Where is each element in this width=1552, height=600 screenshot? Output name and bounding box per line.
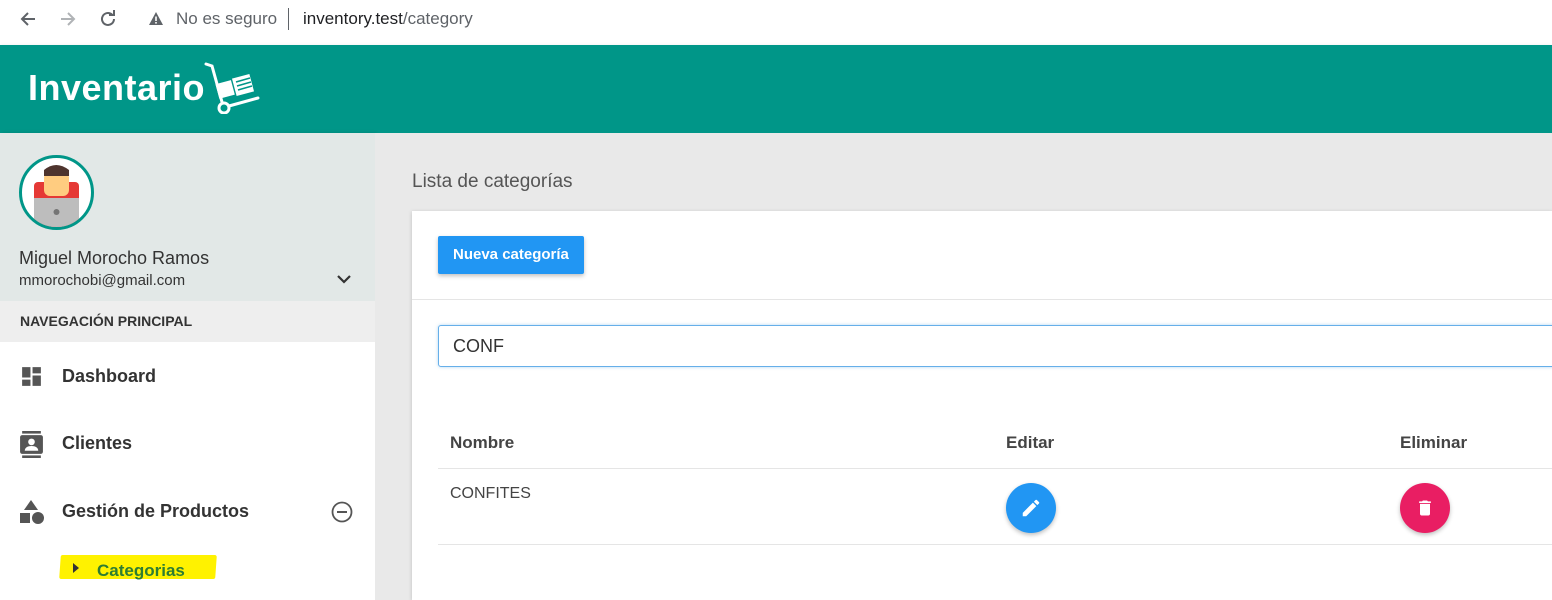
- contacts-icon: [20, 431, 43, 458]
- dashboard-icon: [22, 367, 41, 386]
- nav-section-header: NAVEGACIÓN PRINCIPAL: [0, 301, 375, 342]
- sidebar-item-label: Gestión de Productos: [62, 501, 250, 521]
- sidebar-item-dashboard[interactable]: Dashboard: [0, 346, 375, 406]
- url-separator: [288, 8, 289, 30]
- category-name: CONFITES: [450, 485, 531, 502]
- address-bar[interactable]: inventory.test/category: [303, 9, 473, 29]
- category-card: Nueva categoría Nombre Editar Eliminar C…: [412, 211, 1552, 600]
- new-category-button[interactable]: Nueva categoría: [438, 236, 584, 274]
- table-row: CONFITES: [438, 469, 1552, 545]
- sidebar-item-label: Dashboard: [62, 366, 157, 386]
- url-host: inventory.test: [303, 9, 403, 28]
- reload-icon: [101, 10, 115, 26]
- browser-toolbar: No es seguro inventory.test/category: [0, 0, 1552, 45]
- hand-truck-icon: [204, 62, 260, 114]
- column-header-editar: Editar: [1006, 433, 1055, 452]
- user-name: Miguel Morocho Ramos: [19, 248, 210, 268]
- column-header-nombre: Nombre: [450, 433, 515, 452]
- app-header: Inventario: [0, 45, 1552, 133]
- url-path: /category: [402, 9, 473, 28]
- delete-button[interactable]: [1400, 483, 1450, 533]
- user-avatar-icon: [34, 165, 79, 227]
- trash-icon: [1419, 500, 1431, 516]
- warning-icon: [149, 12, 163, 25]
- edit-button[interactable]: [1006, 483, 1056, 533]
- search-input[interactable]: [438, 325, 1552, 367]
- sidebar-item-label: Clientes: [62, 433, 133, 453]
- collapse-circle-icon[interactable]: [331, 501, 353, 523]
- divider: [412, 299, 1552, 300]
- chevron-down-icon[interactable]: [334, 269, 354, 289]
- caret-right-icon: [73, 563, 79, 573]
- page-title: Lista de categorías: [412, 171, 573, 192]
- logo-text[interactable]: Inventario: [28, 67, 205, 109]
- forward-button[interactable]: [55, 6, 81, 32]
- sidebar: Miguel Morocho Ramos mmorochobi@gmail.co…: [0, 133, 375, 600]
- column-header-eliminar: Eliminar: [1400, 433, 1468, 452]
- user-panel: Miguel Morocho Ramos mmorochobi@gmail.co…: [0, 133, 375, 301]
- user-email: mmorochobi@gmail.com: [19, 272, 186, 289]
- sidebar-item-clientes[interactable]: Clientes: [0, 413, 375, 473]
- shapes-icon: [20, 500, 44, 524]
- arrow-left-icon: [20, 12, 35, 26]
- sidebar-subitem-label: Categorias: [97, 561, 185, 580]
- sidebar-item-gestion-productos[interactable]: Gestión de Productos: [0, 481, 375, 541]
- avatar[interactable]: [19, 155, 94, 230]
- main-content: Lista de categorías Nueva categoría Nomb…: [375, 133, 1552, 600]
- nav-header-label: NAVEGACIÓN PRINCIPAL: [20, 313, 193, 329]
- table-header: Nombre Editar Eliminar: [438, 431, 1552, 469]
- security-label: No es seguro: [176, 9, 278, 28]
- back-button[interactable]: [15, 6, 41, 32]
- security-indicator[interactable]: No es seguro: [148, 9, 277, 29]
- sidebar-subitem-categorias[interactable]: Categorias: [59, 555, 220, 585]
- reload-button[interactable]: [95, 6, 121, 32]
- pencil-icon: [1022, 499, 1040, 517]
- arrow-right-icon: [61, 12, 76, 26]
